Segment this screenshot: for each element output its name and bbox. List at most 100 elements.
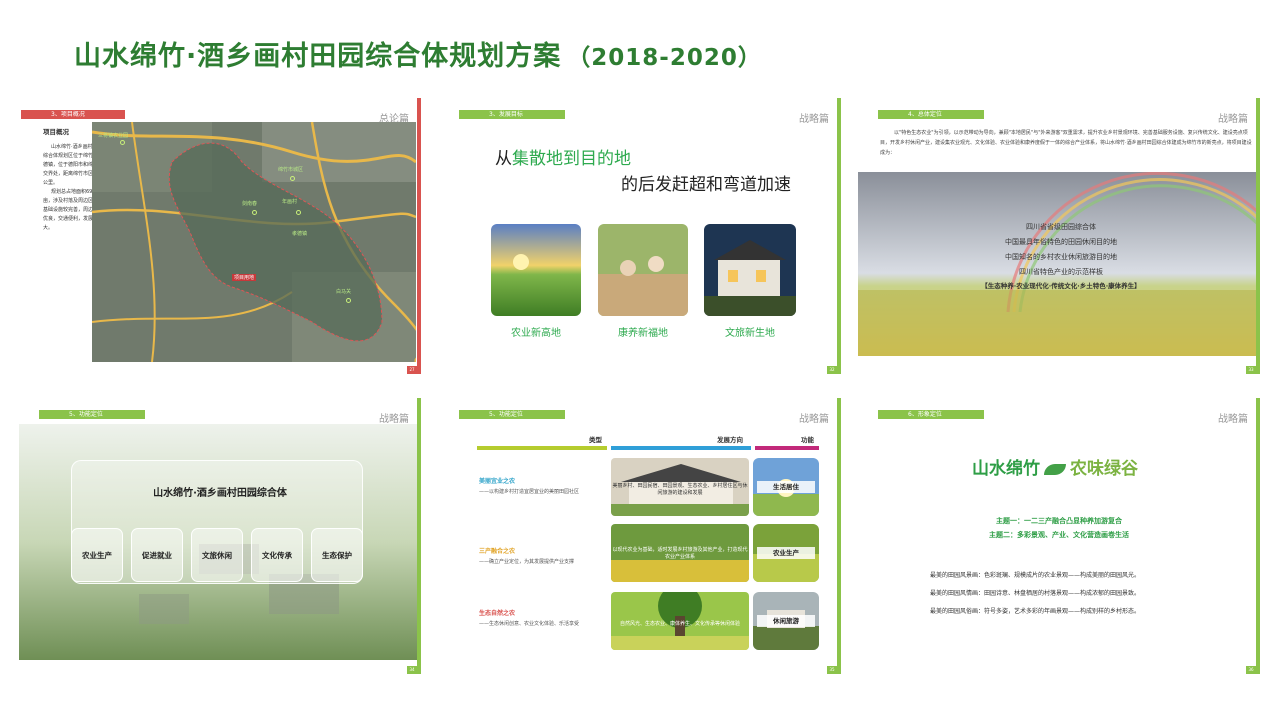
function-tile[interactable]: 休闲旅游: [753, 592, 819, 650]
function-tile-label: 农业生产: [757, 547, 815, 559]
accent-bar: [1256, 98, 1260, 374]
direction-image: 以现代农业为基础，适时发展乡村旅游及其他产业，打造现代农业产业体系: [611, 524, 749, 582]
map-pin: [120, 140, 125, 145]
section-label: 战略篇: [1218, 114, 1248, 125]
brand-logo: 山水绵竹 农味绿谷: [972, 454, 1138, 479]
column-header-function: 功能: [801, 436, 814, 444]
photo-caption: 康养新福地: [618, 328, 668, 339]
direction-caption: 自然风光、生态农业、康体养生、文化传承等休闲体验: [619, 621, 740, 627]
accent-bar: [417, 98, 421, 374]
photo-agriculture-image: [491, 224, 581, 316]
slide-thumbnail-5[interactable]: 5、功能定位 战略篇 类型 发展方向 功能 美丽宜业之农 ——以构建乡村打造宜居…: [439, 398, 841, 674]
map-label: 白马关: [336, 289, 352, 295]
map-pin: [346, 298, 351, 303]
accent-bar: [837, 398, 841, 674]
function-tile[interactable]: 农业生产: [753, 524, 819, 582]
column-header-direction: 发展方向: [717, 436, 743, 444]
site-marker: 项目用地: [232, 274, 257, 281]
image-paragraph: 最美的田园风俗画：符号多姿，艺术多彩的年画景观——构成别样的乡村形态。: [930, 608, 1141, 615]
positioning-keywords: 【生态种养·农业现代化·传统文化·乡土特色·康体养生】: [981, 282, 1141, 290]
slide-tag: 4、总体定位: [878, 110, 984, 119]
page-title-years: （2018-2020）: [567, 45, 762, 71]
theme-one: 主题一：一二三产融合凸显种养加游复合: [996, 517, 1122, 525]
image-paragraph: 最美的田园风情画：田园诗意、林盘栖居的村落景观——构成浓郁的田园景致。: [930, 590, 1141, 597]
map-label: 剑南春: [242, 201, 258, 207]
type-title: 生态自然之农: [479, 610, 516, 617]
page-number: 34: [407, 666, 417, 674]
site-map: 三将镇农业园 绵竹市城区 剑南春 年画村 孝德镇 白马关 项目用地: [92, 122, 416, 362]
function-card-ecology[interactable]: 生态保护: [311, 528, 363, 582]
function-panel-title: 山水绵竹·酒乡画村田园综合体: [153, 488, 287, 499]
map-pin: [296, 210, 301, 215]
page-title: 山水绵竹·酒乡画村田园综合体规划方案 （2018-2020）: [74, 34, 762, 73]
goal-headline: 从集散地到目的地: [495, 144, 631, 169]
photo-agriculture: [491, 224, 581, 316]
section-label: 战略篇: [1218, 414, 1248, 425]
function-card-leisure[interactable]: 文旅休闲: [191, 528, 243, 582]
theme-two: 主题二：多彩景观、产业、文化营造画卷生活: [989, 531, 1129, 539]
function-card-agriculture[interactable]: 农业生产: [71, 528, 123, 582]
page-number: 32: [827, 366, 837, 374]
slide-thumbnail-4[interactable]: 5、功能定位 战略篇 山水绵竹·酒乡画村田园综合体 农业生产 促进就业 文旅休闲…: [19, 398, 421, 674]
positioning-line: 中国最具年俗特色的田园休闲目的地: [1005, 238, 1117, 246]
photo-caption: 农业新高地: [511, 328, 561, 339]
direction-caption: 美丽乡村、田园民宿、田园景观、生态农业、乡村居住区与休闲旅游的建设和发展: [612, 483, 748, 496]
function-tile[interactable]: 生活居住: [753, 458, 819, 516]
page-number: 36: [1246, 666, 1256, 674]
accent-bar: [417, 398, 421, 674]
photo-caption: 文旅新生地: [725, 328, 775, 339]
type-desc: ——以构建乡村打造宜居宜业的美丽田园社区: [479, 489, 580, 495]
map-label: 年画村: [282, 199, 298, 205]
photo-wellness-image: [598, 224, 688, 316]
slide-tag: 3、发展目标: [459, 110, 565, 119]
slide-tag: 5、功能定位: [459, 410, 565, 419]
positioning-line: 中国知名的乡村农业休闲旅游目的地: [1005, 253, 1117, 261]
page-number: 27: [407, 366, 417, 374]
header-divider: [477, 446, 607, 450]
section-label: 战略篇: [379, 414, 409, 425]
header-divider: [755, 446, 819, 450]
brand-logo-left: 山水绵竹: [972, 459, 1040, 479]
map-label: 三将镇农业园: [98, 133, 129, 139]
aerial-village-image: 山水绵竹·酒乡画村田园综合体 农业生产 促进就业 文旅休闲 文化传承 生态保护: [19, 424, 421, 660]
direction-image: 美丽乡村、田园民宿、田园景观、生态农业、乡村居住区与休闲旅游的建设和发展: [611, 458, 749, 516]
section-label: 战略篇: [799, 414, 829, 425]
function-card-heritage[interactable]: 文化传承: [251, 528, 303, 582]
slide-thumbnail-1[interactable]: 3、项目概况 总论篇 项目概况 山水绵竹·酒乡画村田园综合体规划区位于绵竹市孝德…: [19, 98, 421, 374]
function-tile-label: 生活居住: [757, 481, 815, 493]
map-label: 孝德镇: [292, 231, 308, 237]
direction-image: 自然风光、生态农业、康体养生、文化传承等休闲体验: [611, 592, 749, 650]
function-card-employment[interactable]: 促进就业: [131, 528, 183, 582]
positioning-intro: 以"特色生态农业"为引领，以示范带动为导向，兼顾"本地居民"与"外来游客"双重需…: [880, 130, 1252, 156]
slide-thumbnail-6[interactable]: 6、形象定位 战略篇 山水绵竹 农味绿谷 主题一：一二三产融合凸显种养加游复合 主…: [858, 398, 1260, 674]
accent-bar: [837, 98, 841, 374]
slide-thumbnail-2[interactable]: 3、发展目标 战略篇 从集散地到目的地 的后发赶超和弯道加速 农业新高地 康养新…: [439, 98, 841, 374]
header-divider: [611, 446, 751, 450]
map-pin: [252, 210, 257, 215]
page-number: 33: [1246, 366, 1256, 374]
image-paragraph: 最美的田园风景画：色彩斑斓、规模成片的农业景观——构成美丽的田园风光。: [930, 572, 1141, 579]
positioning-line: 四川省特色产业的示范样板: [1019, 268, 1103, 276]
page-number: 35: [827, 666, 837, 674]
type-desc: ——生态休闲创意、农业文化体验、乐活享受: [479, 621, 580, 627]
photo-wellness: [598, 224, 688, 316]
goal-headline-emphasis: 集散地到目的地: [512, 149, 631, 169]
map-pin: [290, 176, 295, 181]
function-tile-label: 休闲旅游: [757, 615, 815, 627]
slide-tag: 3、项目概况: [21, 110, 125, 119]
photo-culture-tourism: [704, 224, 796, 316]
map-graphic: [92, 122, 416, 362]
positioning-box: 四川省省级田园综合体 中国最具年俗特色的田园休闲目的地 中国知名的乡村农业休闲旅…: [876, 220, 1246, 300]
slide-tag: 5、功能定位: [39, 410, 145, 419]
map-label: 绵竹市城区: [278, 167, 304, 173]
type-title: 三产融合之农: [479, 548, 516, 555]
type-title: 美丽宜业之农: [479, 478, 516, 485]
leaf-icon: [1044, 464, 1066, 475]
section-label: 战略篇: [799, 114, 829, 125]
column-header-type: 类型: [589, 436, 602, 444]
slide-tag: 6、形象定位: [878, 410, 984, 419]
slide-thumbnail-3[interactable]: 4、总体定位 战略篇 以"特色生态农业"为引领，以示范带动为导向，兼顾"本地居民…: [858, 98, 1260, 374]
goal-headline-pre: 从: [495, 149, 512, 169]
direction-caption: 以现代农业为基础，适时发展乡村旅游及其他产业，打造现代农业产业体系: [612, 547, 748, 560]
brand-logo-right: 农味绿谷: [1070, 459, 1138, 479]
